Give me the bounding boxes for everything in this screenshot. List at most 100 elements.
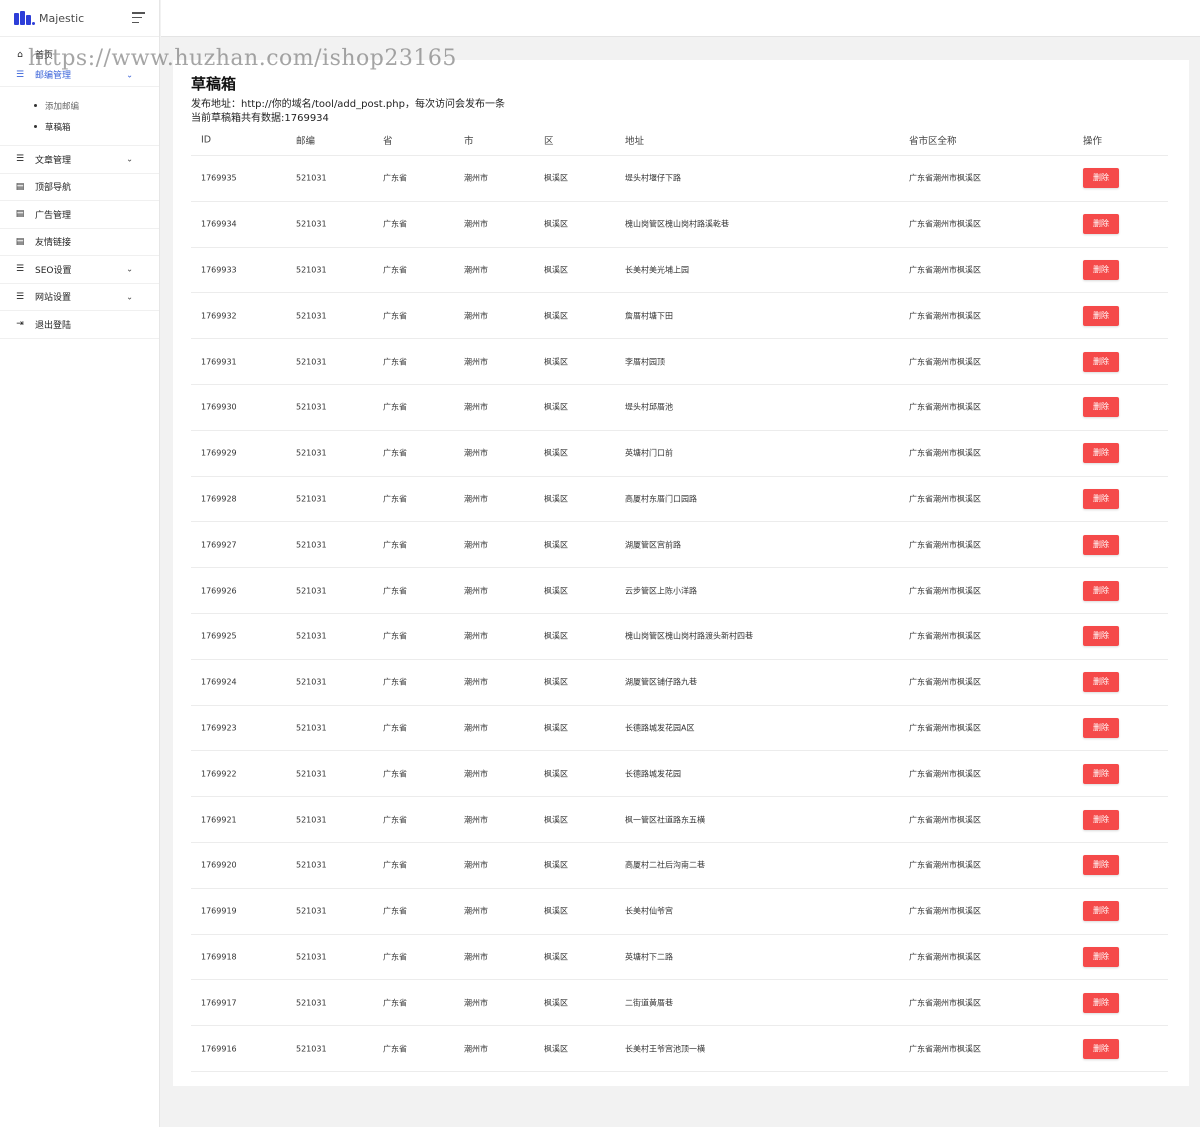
header-full-name: 省市区全称 xyxy=(909,135,957,147)
cell-zip: 521031 xyxy=(296,677,327,687)
sidebar-item-logout[interactable]: ⇥ 退出登陆 xyxy=(0,311,159,339)
delete-button[interactable]: 删除 xyxy=(1083,488,1119,509)
sidebar-item-seo[interactable]: ☰ SEO设置 ⌄ xyxy=(0,256,159,284)
sidebar-item-label: 邮编管理 xyxy=(35,71,72,81)
delete-button[interactable]: 删除 xyxy=(1083,901,1119,922)
cell-full-name: 广东省潮州市枫溪区 xyxy=(909,540,981,550)
header-address: 地址 xyxy=(625,135,645,147)
cell-actions: 删除 xyxy=(1083,992,1119,1013)
table-row: 1769930 521031 广东省 潮州市 枫溪区 堤头村邱厝池 广东省潮州市枫溪区 删除 xyxy=(191,385,1168,431)
cell-city: 潮州市 xyxy=(464,952,488,962)
cell-zip: 521031 xyxy=(296,402,327,412)
sidebar-item-top-nav[interactable]: ▤ 顶部导航 xyxy=(0,174,159,201)
cell-actions: 删除 xyxy=(1083,1038,1119,1059)
delete-button[interactable]: 删除 xyxy=(1083,305,1119,326)
cell-province: 广东省 xyxy=(383,769,407,779)
sidebar-item-ads[interactable]: ▤ 广告管理 xyxy=(0,201,159,229)
cell-actions: 删除 xyxy=(1083,946,1119,967)
cell-address: 长美村美光埔上园 xyxy=(625,265,689,275)
cell-zip: 521031 xyxy=(296,448,327,458)
delete-button[interactable]: 删除 xyxy=(1083,809,1119,830)
cell-full-name: 广东省潮州市枫溪区 xyxy=(909,677,981,687)
cell-city: 潮州市 xyxy=(464,860,488,870)
delete-button[interactable]: 删除 xyxy=(1083,443,1119,464)
cell-address: 长德路城发花园 xyxy=(625,769,681,779)
menu-toggle-icon[interactable] xyxy=(132,12,145,23)
brand-name[interactable]: Majestic xyxy=(39,12,84,25)
sidebar-subitem-drafts[interactable]: 草稿箱 xyxy=(34,116,159,137)
delete-button[interactable]: 删除 xyxy=(1083,763,1119,784)
chevron-down-icon: ⌄ xyxy=(126,70,133,79)
cell-id: 1769918 xyxy=(201,952,237,962)
cell-full-name: 广东省潮州市枫溪区 xyxy=(909,1044,981,1054)
list-icon: ☰ xyxy=(15,264,25,275)
delete-button[interactable]: 删除 xyxy=(1083,626,1119,647)
sidebar-item-home[interactable]: ⌂ 首页 xyxy=(0,46,159,63)
cell-full-name: 广东省潮州市枫溪区 xyxy=(909,357,981,367)
cell-actions: 删除 xyxy=(1083,534,1119,555)
sidebar-item-links[interactable]: ▤ 友情链接 xyxy=(0,229,159,256)
table-header: ID 邮编 省 市 区 地址 省市区全称 操作 xyxy=(191,124,1168,156)
sidebar-item-mail-mgmt[interactable]: ☰ 邮编管理 ⌄ xyxy=(0,63,159,87)
delete-button[interactable]: 删除 xyxy=(1083,259,1119,280)
delete-button[interactable]: 删除 xyxy=(1083,351,1119,372)
cell-actions: 删除 xyxy=(1083,901,1119,922)
delete-button[interactable]: 删除 xyxy=(1083,168,1119,189)
sidebar-subitem-add-zip[interactable]: 添加邮编 xyxy=(34,95,159,116)
cell-full-name: 广东省潮州市枫溪区 xyxy=(909,448,981,458)
cell-id: 1769933 xyxy=(201,265,237,275)
cell-province: 广东省 xyxy=(383,265,407,275)
cell-city: 潮州市 xyxy=(464,402,488,412)
delete-button[interactable]: 删除 xyxy=(1083,946,1119,967)
cell-city: 潮州市 xyxy=(464,1044,488,1054)
cell-address: 英塘村门口前 xyxy=(625,448,673,458)
cell-zip: 521031 xyxy=(296,998,327,1008)
logout-icon: ⇥ xyxy=(16,319,24,330)
cell-id: 1769923 xyxy=(201,723,237,733)
delete-button[interactable]: 删除 xyxy=(1083,992,1119,1013)
cell-city: 潮州市 xyxy=(464,448,488,458)
table-row: 1769931 521031 广东省 潮州市 枫溪区 李厝村园顶 广东省潮州市枫溪区 删除 xyxy=(191,339,1168,385)
delete-button[interactable]: 删除 xyxy=(1083,855,1119,876)
cell-city: 潮州市 xyxy=(464,219,488,229)
cell-address: 枫一管区社道路东五横 xyxy=(625,815,705,825)
table-row: 1769925 521031 广东省 潮州市 枫溪区 槐山岗管区槐山岗村路渡头新村四巷 广东… xyxy=(191,614,1168,660)
delete-button[interactable]: 删除 xyxy=(1083,717,1119,738)
cell-address: 长美村王爷宫池顶一横 xyxy=(625,1044,705,1054)
cell-zip: 521031 xyxy=(296,1044,327,1054)
cell-zip: 521031 xyxy=(296,906,327,916)
cell-zip: 521031 xyxy=(296,219,327,229)
delete-button[interactable]: 删除 xyxy=(1083,580,1119,601)
cell-province: 广东省 xyxy=(383,586,407,596)
delete-button[interactable]: 删除 xyxy=(1083,214,1119,235)
layout-icon: ▤ xyxy=(15,181,25,192)
cell-address: 云步管区上陈小洋路 xyxy=(625,586,697,596)
list-icon: ☰ xyxy=(15,69,25,80)
delete-button[interactable]: 删除 xyxy=(1083,534,1119,555)
sidebar-item-label: 广告管理 xyxy=(35,210,72,221)
cell-actions: 删除 xyxy=(1083,214,1119,235)
header-district: 区 xyxy=(544,135,554,147)
sidebar-submenu: 添加邮编 草稿箱 xyxy=(0,87,159,146)
delete-button[interactable]: 删除 xyxy=(1083,672,1119,693)
cell-id: 1769927 xyxy=(201,540,237,550)
sidebar-item-articles[interactable]: ☰ 文章管理 ⌄ xyxy=(0,146,159,174)
cell-district: 枫溪区 xyxy=(544,311,568,321)
cell-id: 1769924 xyxy=(201,677,237,687)
cell-district: 枫溪区 xyxy=(544,265,568,275)
delete-button[interactable]: 删除 xyxy=(1083,397,1119,418)
cell-province: 广东省 xyxy=(383,219,407,229)
cell-full-name: 广东省潮州市枫溪区 xyxy=(909,586,981,596)
cell-city: 潮州市 xyxy=(464,540,488,550)
cell-actions: 删除 xyxy=(1083,488,1119,509)
table-row: 1769926 521031 广东省 潮州市 枫溪区 云步管区上陈小洋路 广东省潮州市枫溪区… xyxy=(191,568,1168,614)
delete-button[interactable]: 删除 xyxy=(1083,1038,1119,1059)
cell-district: 枫溪区 xyxy=(544,540,568,550)
brand-logo-icon[interactable] xyxy=(14,11,35,25)
table-row: 1769927 521031 广东省 潮州市 枫溪区 湖厦管区宫前路 广东省潮州市枫溪区 删除 xyxy=(191,522,1168,569)
cell-zip: 521031 xyxy=(296,173,327,183)
sidebar-item-site-settings[interactable]: ☰ 网站设置 ⌄ xyxy=(0,284,159,311)
cell-id: 1769932 xyxy=(201,311,237,321)
sidebar-item-label: 顶部导航 xyxy=(35,183,72,194)
cell-province: 广东省 xyxy=(383,494,407,504)
